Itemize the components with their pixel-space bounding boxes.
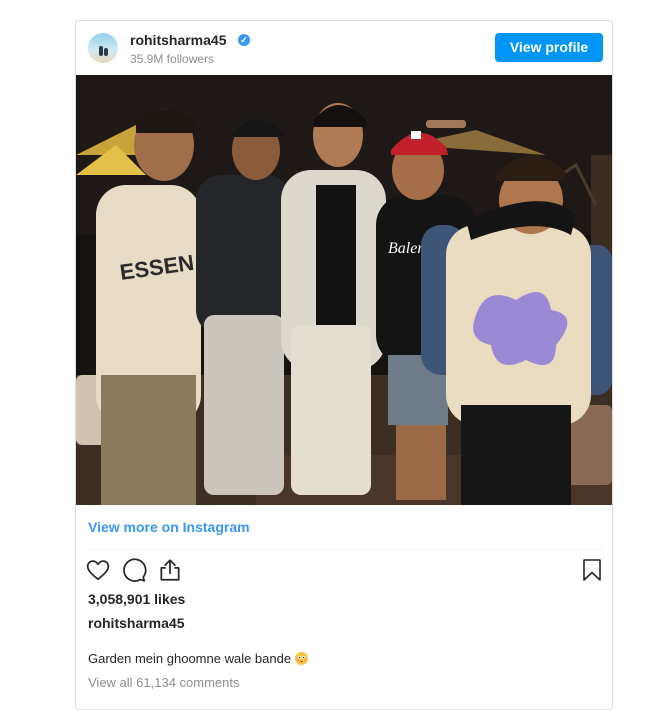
likes-count[interactable]: 3,058,901 likes [88,591,185,607]
comment-icon[interactable] [121,557,147,583]
bookmark-icon[interactable] [580,557,604,583]
followers-count: 35.9M followers [130,52,215,66]
caption-username[interactable]: rohitsharma45 [88,615,184,631]
heart-icon[interactable] [85,557,111,583]
view-all-comments-link[interactable]: View all 61,134 comments [88,675,240,690]
view-more-link[interactable]: View more on Instagram [88,519,250,535]
caption-text: Garden mein ghoomne wale bande [88,651,292,666]
divider [88,549,602,550]
username[interactable]: rohitsharma45 [130,32,226,48]
instagram-embed-card: rohitsharma45 ✓ 35.9M followers View pro… [75,20,613,710]
avatar[interactable] [88,33,118,63]
post-header: rohitsharma45 ✓ 35.9M followers View pro… [76,21,612,75]
post-photo[interactable]: ESSEN Balenci [76,75,612,505]
share-icon[interactable] [157,557,183,583]
post-caption: Garden mein ghoomne wale bande [88,651,309,666]
flushed-face-emoji [295,652,309,665]
view-profile-button[interactable]: View profile [495,33,603,62]
verified-badge-icon: ✓ [238,34,250,46]
